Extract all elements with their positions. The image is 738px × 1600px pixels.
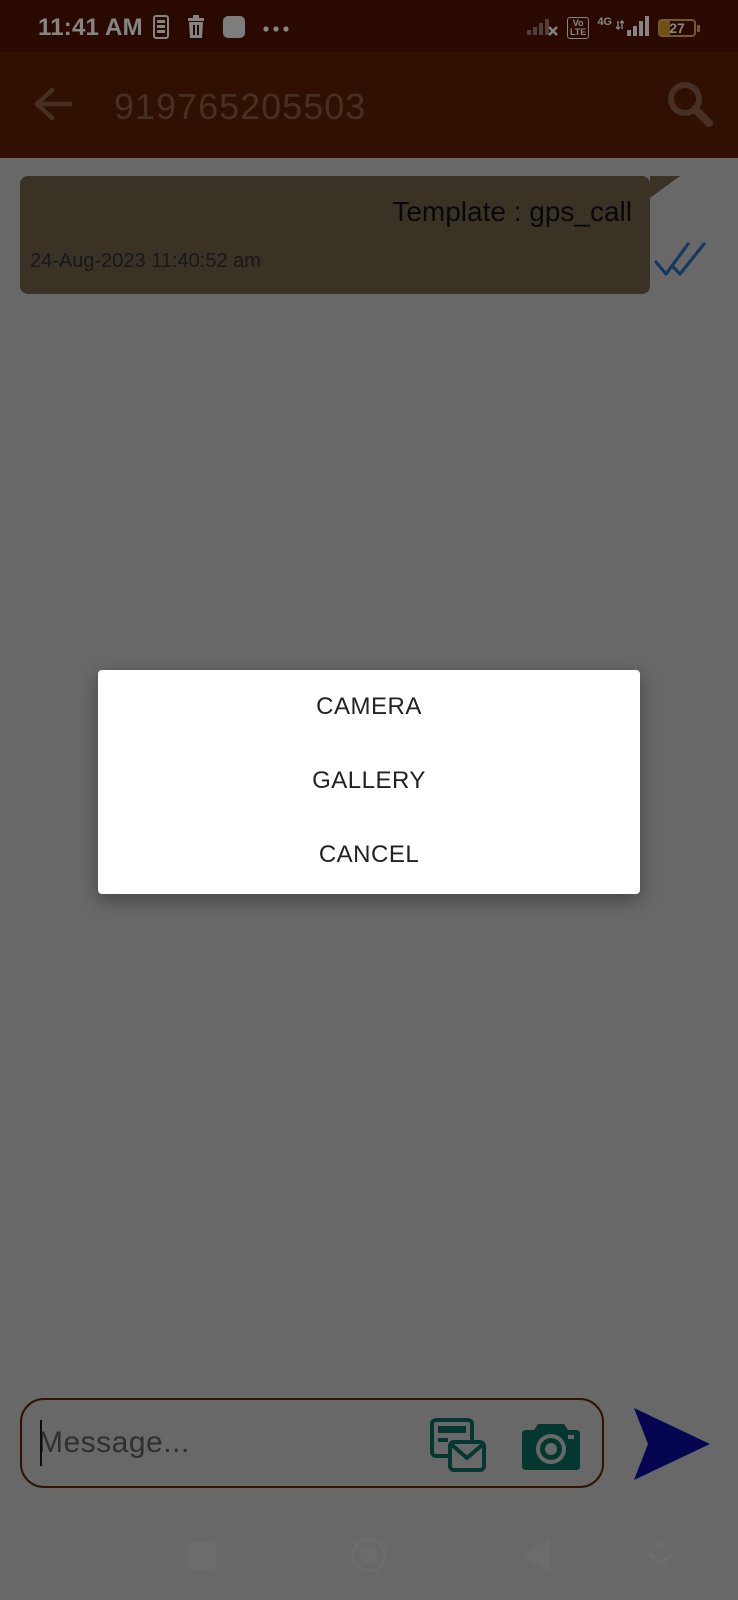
gallery-option[interactable]: GALLERY xyxy=(98,746,640,816)
cancel-option[interactable]: CANCEL xyxy=(98,820,640,890)
image-source-dialog: CAMERA GALLERY CANCEL xyxy=(98,670,640,894)
camera-option[interactable]: CAMERA xyxy=(98,672,640,742)
